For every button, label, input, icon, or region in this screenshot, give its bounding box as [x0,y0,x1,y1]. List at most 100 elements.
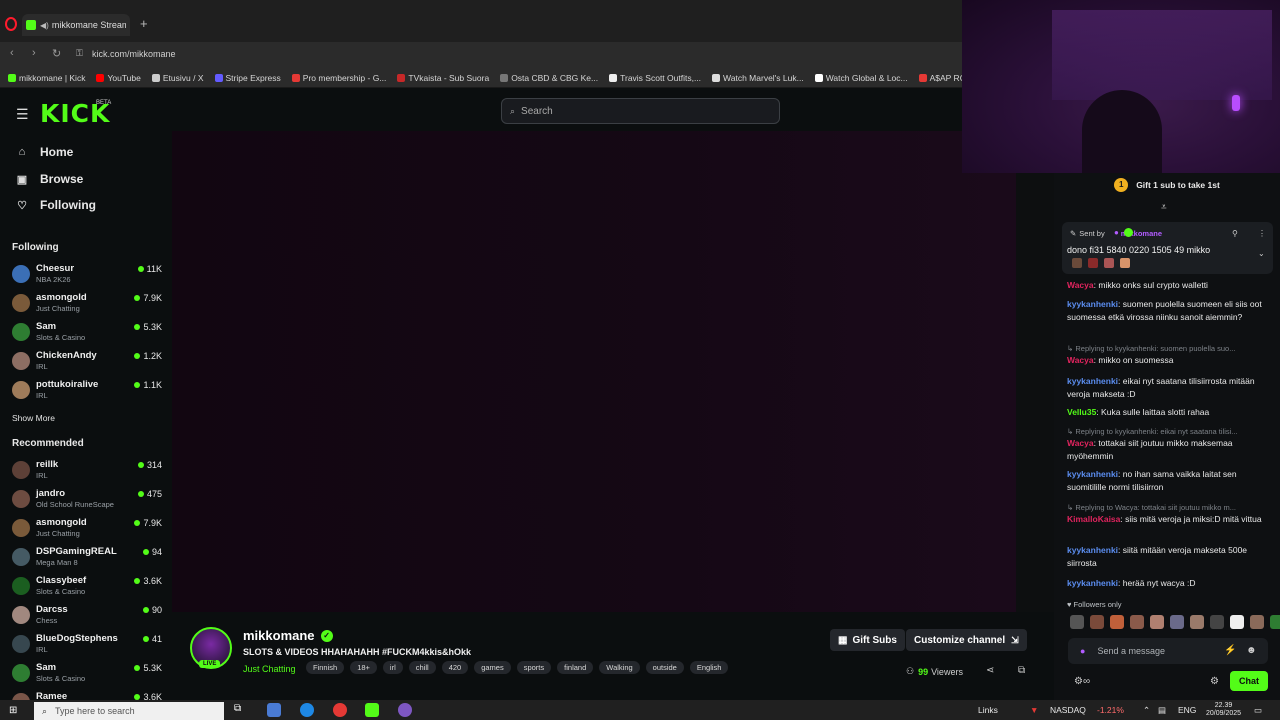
site-info-icon[interactable]: ⚿ [76,48,83,59]
slash-command-icon[interactable]: ⚡ [1224,645,1236,656]
stream-category[interactable]: Just Chatting [243,664,296,674]
network-icon[interactable]: ▤ [1158,705,1166,716]
opera-logo-icon[interactable] [5,17,17,31]
streamer-name[interactable]: mikkomane ✓ [243,628,333,643]
stream-tag[interactable]: games [474,661,511,674]
settings-icon[interactable]: ⚙ [1210,676,1219,687]
emote-icon[interactable] [1070,615,1084,629]
expand-icon[interactable]: ⌄ [1258,249,1265,258]
stream-tag[interactable]: Walking [599,661,640,674]
stream-tag[interactable]: 420 [441,661,469,674]
stream-tag[interactable]: Finnish [306,661,345,674]
chat-username[interactable]: Wacya [1067,280,1094,290]
tray-chevron-icon[interactable]: ⌃ [1143,705,1150,716]
emote-icon[interactable] [1090,615,1104,629]
stream-tag[interactable]: 18+ [350,661,377,674]
links-toolbar[interactable]: Links [978,705,998,715]
stream-tag[interactable]: English [689,661,729,674]
system-clock[interactable]: 22.39 20/09/2025 [1206,702,1241,718]
nav-home[interactable]: ⌂ Home [14,145,74,159]
stream-tag[interactable]: outside [645,661,684,674]
chat-username[interactable]: KimalloKaisa [1067,514,1120,524]
gift-subs-button[interactable]: ▦ Gift Subs [830,629,905,651]
channel-item[interactable]: Sam Slots & Casino 5.3K [12,662,162,688]
emote-icon[interactable] [1190,615,1204,629]
browser-tab[interactable]: ◀) mikkomane Stream - [22,14,130,36]
channel-item[interactable]: DSPGamingREAL Mega Man 8 94 [12,546,162,572]
emote-icon[interactable] [1210,615,1224,629]
emote-icon[interactable] [1270,615,1280,629]
channel-item[interactable]: asmongold Just Chatting 7.9K [12,292,162,318]
bookmark-item[interactable]: Watch Global & Loc... [814,73,908,83]
emote-icon[interactable] [1230,615,1244,629]
chat-username[interactable]: kyykanhenki [1067,299,1118,309]
bookmark-item[interactable]: Watch Marvel's Luk... [712,73,804,83]
bookmark-item[interactable]: Etusivu / X [151,73,204,83]
reload-icon[interactable]: ↻ [52,47,61,60]
chat-username[interactable]: kyykanhenki [1067,545,1118,555]
stream-tag[interactable]: irl [382,661,403,674]
channel-item[interactable]: Classybeef Slots & Casino 3.6K [12,575,162,601]
bookmark-item[interactable]: Pro membership - G... [291,73,386,83]
windows-start-icon[interactable]: ⊞ [9,705,17,716]
channel-item[interactable]: Sam Slots & Casino 5.3K [12,321,162,347]
emote-icon[interactable] [1170,615,1184,629]
channel-item[interactable]: ChickenAndy IRL 1.2K [12,350,162,376]
chat-tools-icon[interactable]: ⚙∞ [1074,676,1090,687]
chat-input[interactable]: ● Send a message [1068,638,1268,664]
chat-username[interactable]: Vellu35 [1067,407,1096,417]
bookmark-item[interactable]: YouTube [96,73,141,83]
bookmark-item[interactable]: Stripe Express [214,73,281,83]
clip-icon[interactable]: ⧉ [1018,665,1025,676]
forward-icon[interactable]: › [32,47,36,59]
more-options-icon[interactable]: ⋮ [1258,229,1266,238]
back-icon[interactable]: ‹ [10,47,14,59]
emote-icon[interactable] [1110,615,1124,629]
bookmark-item[interactable]: mikkomane | Kick [8,73,85,83]
chat-username[interactable]: kyykanhenki [1067,578,1118,588]
kick-app-icon[interactable] [365,703,379,717]
channel-item[interactable]: pottukoiralive IRL 1.1K [12,379,162,405]
nav-following[interactable]: ♡ Following [14,198,96,212]
stream-tag[interactable]: finland [557,661,594,674]
emote-icon[interactable] [1250,615,1264,629]
nav-browse[interactable]: ▣ Browse [14,172,84,186]
channel-item[interactable]: Darcss Chess 90 [12,604,162,630]
opera-app-icon[interactable] [333,703,347,717]
chat-send-button[interactable]: Chat [1230,671,1268,691]
channel-item[interactable]: reillk IRL 314 [12,459,162,485]
chat-username[interactable]: Wacya [1067,355,1094,365]
channel-item[interactable]: BlueDogStephens IRL 41 [12,633,162,659]
notifications-icon[interactable]: ▭ [1254,705,1262,716]
menu-icon[interactable]: ☰ [16,106,29,123]
channel-item[interactable]: Cheesur NBA 2K26 11K [12,263,162,289]
task-view-icon[interactable]: ⧉ [234,703,248,717]
speaker-icon[interactable]: ◀) [40,21,49,30]
new-tab-button[interactable]: + [140,16,148,31]
url-field[interactable]: kick.com/mikkomane [92,49,176,59]
video-player[interactable] [172,131,1016,612]
pin-toggle-icon[interactable]: ⚲ [1232,229,1238,238]
collapse-icon[interactable]: ⩡ [1161,202,1167,213]
stream-tag[interactable]: chill [408,661,436,674]
chat-username[interactable]: Wacya [1067,438,1094,448]
bookmark-item[interactable]: Osta CBD & CBG Ke... [500,73,598,83]
taskbar-search[interactable]: ⌕ Type here to search [34,702,224,720]
stream-tag[interactable]: sports [516,661,552,674]
search-input[interactable]: ⌕ Search [501,98,780,124]
photos-app-icon[interactable] [267,703,281,717]
discord-app-icon[interactable] [398,703,412,717]
share-icon[interactable]: ⋖ [986,665,994,676]
show-more-link[interactable]: Show More [12,413,55,423]
channel-item[interactable]: jandro Old School RuneScape 475 [12,488,162,514]
language-indicator[interactable]: ENG [1178,705,1196,715]
edge-browser-icon[interactable] [300,703,314,717]
chat-username[interactable]: kyykanhenki [1067,469,1118,479]
chat-username[interactable]: kyykanhenki [1067,376,1118,386]
channel-item[interactable]: asmongold Just Chatting 7.9K [12,517,162,543]
emote-icon[interactable] [1150,615,1164,629]
emote-icon[interactable] [1130,615,1144,629]
bookmark-item[interactable]: Travis Scott Outfits,... [609,73,701,83]
emoji-icon[interactable]: ☻ [1246,645,1257,656]
customize-channel-button[interactable]: Customize channel ⇲ [906,629,1027,651]
